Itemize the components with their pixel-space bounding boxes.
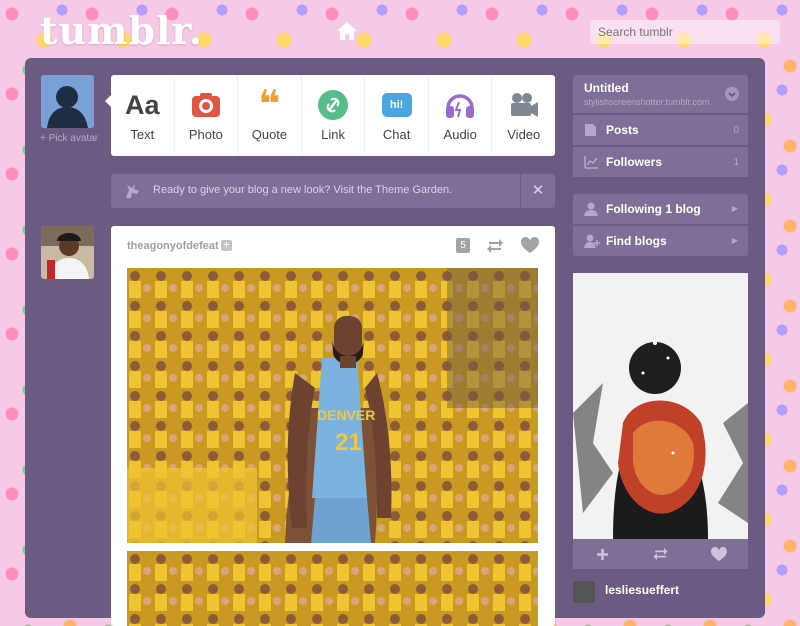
radar-user-name[interactable]: lesliesueffert xyxy=(605,583,679,597)
chevron-down-icon[interactable] xyxy=(725,87,739,101)
radar-image[interactable] xyxy=(573,273,748,539)
unicorn-icon xyxy=(126,184,139,198)
chat-icon: hi! xyxy=(381,89,412,121)
camera-icon xyxy=(190,89,222,121)
radar-actions xyxy=(573,539,748,569)
video-camera-icon xyxy=(508,89,540,121)
headphones-icon xyxy=(444,89,476,121)
post-type-label: Video xyxy=(507,127,541,142)
crowd-image xyxy=(127,551,538,626)
sidebar-item-posts[interactable]: Posts 0 xyxy=(573,114,748,145)
sidebar-item-label: Posts xyxy=(606,123,639,137)
posts-count: 0 xyxy=(733,125,739,136)
close-icon[interactable]: ✕ xyxy=(520,174,555,208)
avatar-silhouette-icon xyxy=(41,75,94,128)
arrow-right-icon: ▶ xyxy=(731,204,738,213)
post-type-bar: Aa Text Photo ❝ Quote Link hi! Chat Audi… xyxy=(105,75,555,156)
post-type-label: Photo xyxy=(188,127,223,142)
jersey-team-text: DENVER xyxy=(317,407,375,423)
top-bar: tumblr. xyxy=(0,0,800,58)
note-count[interactable]: 5 xyxy=(456,238,470,253)
blog-url: stylishscreenshotter.tumblr.com xyxy=(584,97,710,107)
jersey-number-text: 21 xyxy=(335,429,362,456)
blog-menu-bottom xyxy=(573,146,748,177)
notice-text[interactable]: Ready to give your blog a new look? Visi… xyxy=(153,184,452,196)
pick-avatar-link[interactable]: + Pick avatar xyxy=(40,133,98,144)
home-icon[interactable] xyxy=(336,20,358,42)
link-icon xyxy=(318,89,349,121)
post-type-label: Quote xyxy=(251,127,288,142)
dashboard-post: theagonyofdefeat + 5 DENVER 21 xyxy=(111,226,555,626)
post-type-chat[interactable]: hi! Chat xyxy=(365,75,429,156)
post-type-video[interactable]: Video xyxy=(492,75,555,156)
radar-artwork xyxy=(573,273,748,539)
post-type-label: Chat xyxy=(382,127,411,142)
radar-user[interactable]: lesliesueffert xyxy=(573,579,748,603)
search-box[interactable] xyxy=(590,20,786,44)
post-type-link[interactable]: Link xyxy=(302,75,366,156)
author-photo xyxy=(41,226,94,279)
heart-icon[interactable] xyxy=(690,539,748,569)
post-type-label: Audio xyxy=(443,127,477,142)
heart-icon[interactable] xyxy=(521,237,539,254)
arrow-right-icon: ▶ xyxy=(731,236,738,245)
blog-menu-header[interactable]: Untitled stylishscreenshotter.tumblr.com xyxy=(573,75,748,113)
follow-plus-icon[interactable]: + xyxy=(221,240,232,251)
person-icon xyxy=(584,202,598,216)
post-type-quote[interactable]: ❝ Quote xyxy=(238,75,302,156)
post-type-audio[interactable]: Audio xyxy=(429,75,493,156)
post-photo-second[interactable] xyxy=(127,551,538,626)
post-author-avatar[interactable] xyxy=(41,226,94,279)
sidebar-item-find-blogs[interactable]: Find blogs ▶ xyxy=(573,225,748,256)
post-photo[interactable]: DENVER 21 xyxy=(127,268,538,543)
post-type-photo[interactable]: Photo xyxy=(175,75,239,156)
basketball-player-image: DENVER 21 xyxy=(127,268,538,543)
blog-title: Untitled xyxy=(584,81,629,95)
post-author-name[interactable]: theagonyofdefeat xyxy=(127,240,219,252)
tumblr-logo[interactable]: tumblr. xyxy=(40,8,203,53)
text-icon: Aa xyxy=(125,89,160,120)
post-type-label: Text xyxy=(130,127,155,142)
sidebar-item-label: Following 1 blog xyxy=(606,202,701,216)
theme-garden-notice: Ready to give your blog a new look? Visi… xyxy=(111,174,555,208)
search-input[interactable] xyxy=(590,20,786,44)
follow-plus-icon[interactable] xyxy=(573,539,631,569)
sidebar-item-following[interactable]: Following 1 blog ▶ xyxy=(573,194,748,224)
post-type-text[interactable]: Aa Text xyxy=(111,75,175,156)
post-type-label: Link xyxy=(321,127,345,142)
person-add-icon xyxy=(584,234,600,248)
avatar[interactable] xyxy=(41,75,94,128)
posts-icon xyxy=(585,124,596,136)
sidebar-item-label: Find blogs xyxy=(606,234,667,248)
reblog-icon[interactable] xyxy=(631,539,689,569)
reblog-icon[interactable] xyxy=(486,238,504,254)
quote-icon: ❝ xyxy=(258,84,281,126)
